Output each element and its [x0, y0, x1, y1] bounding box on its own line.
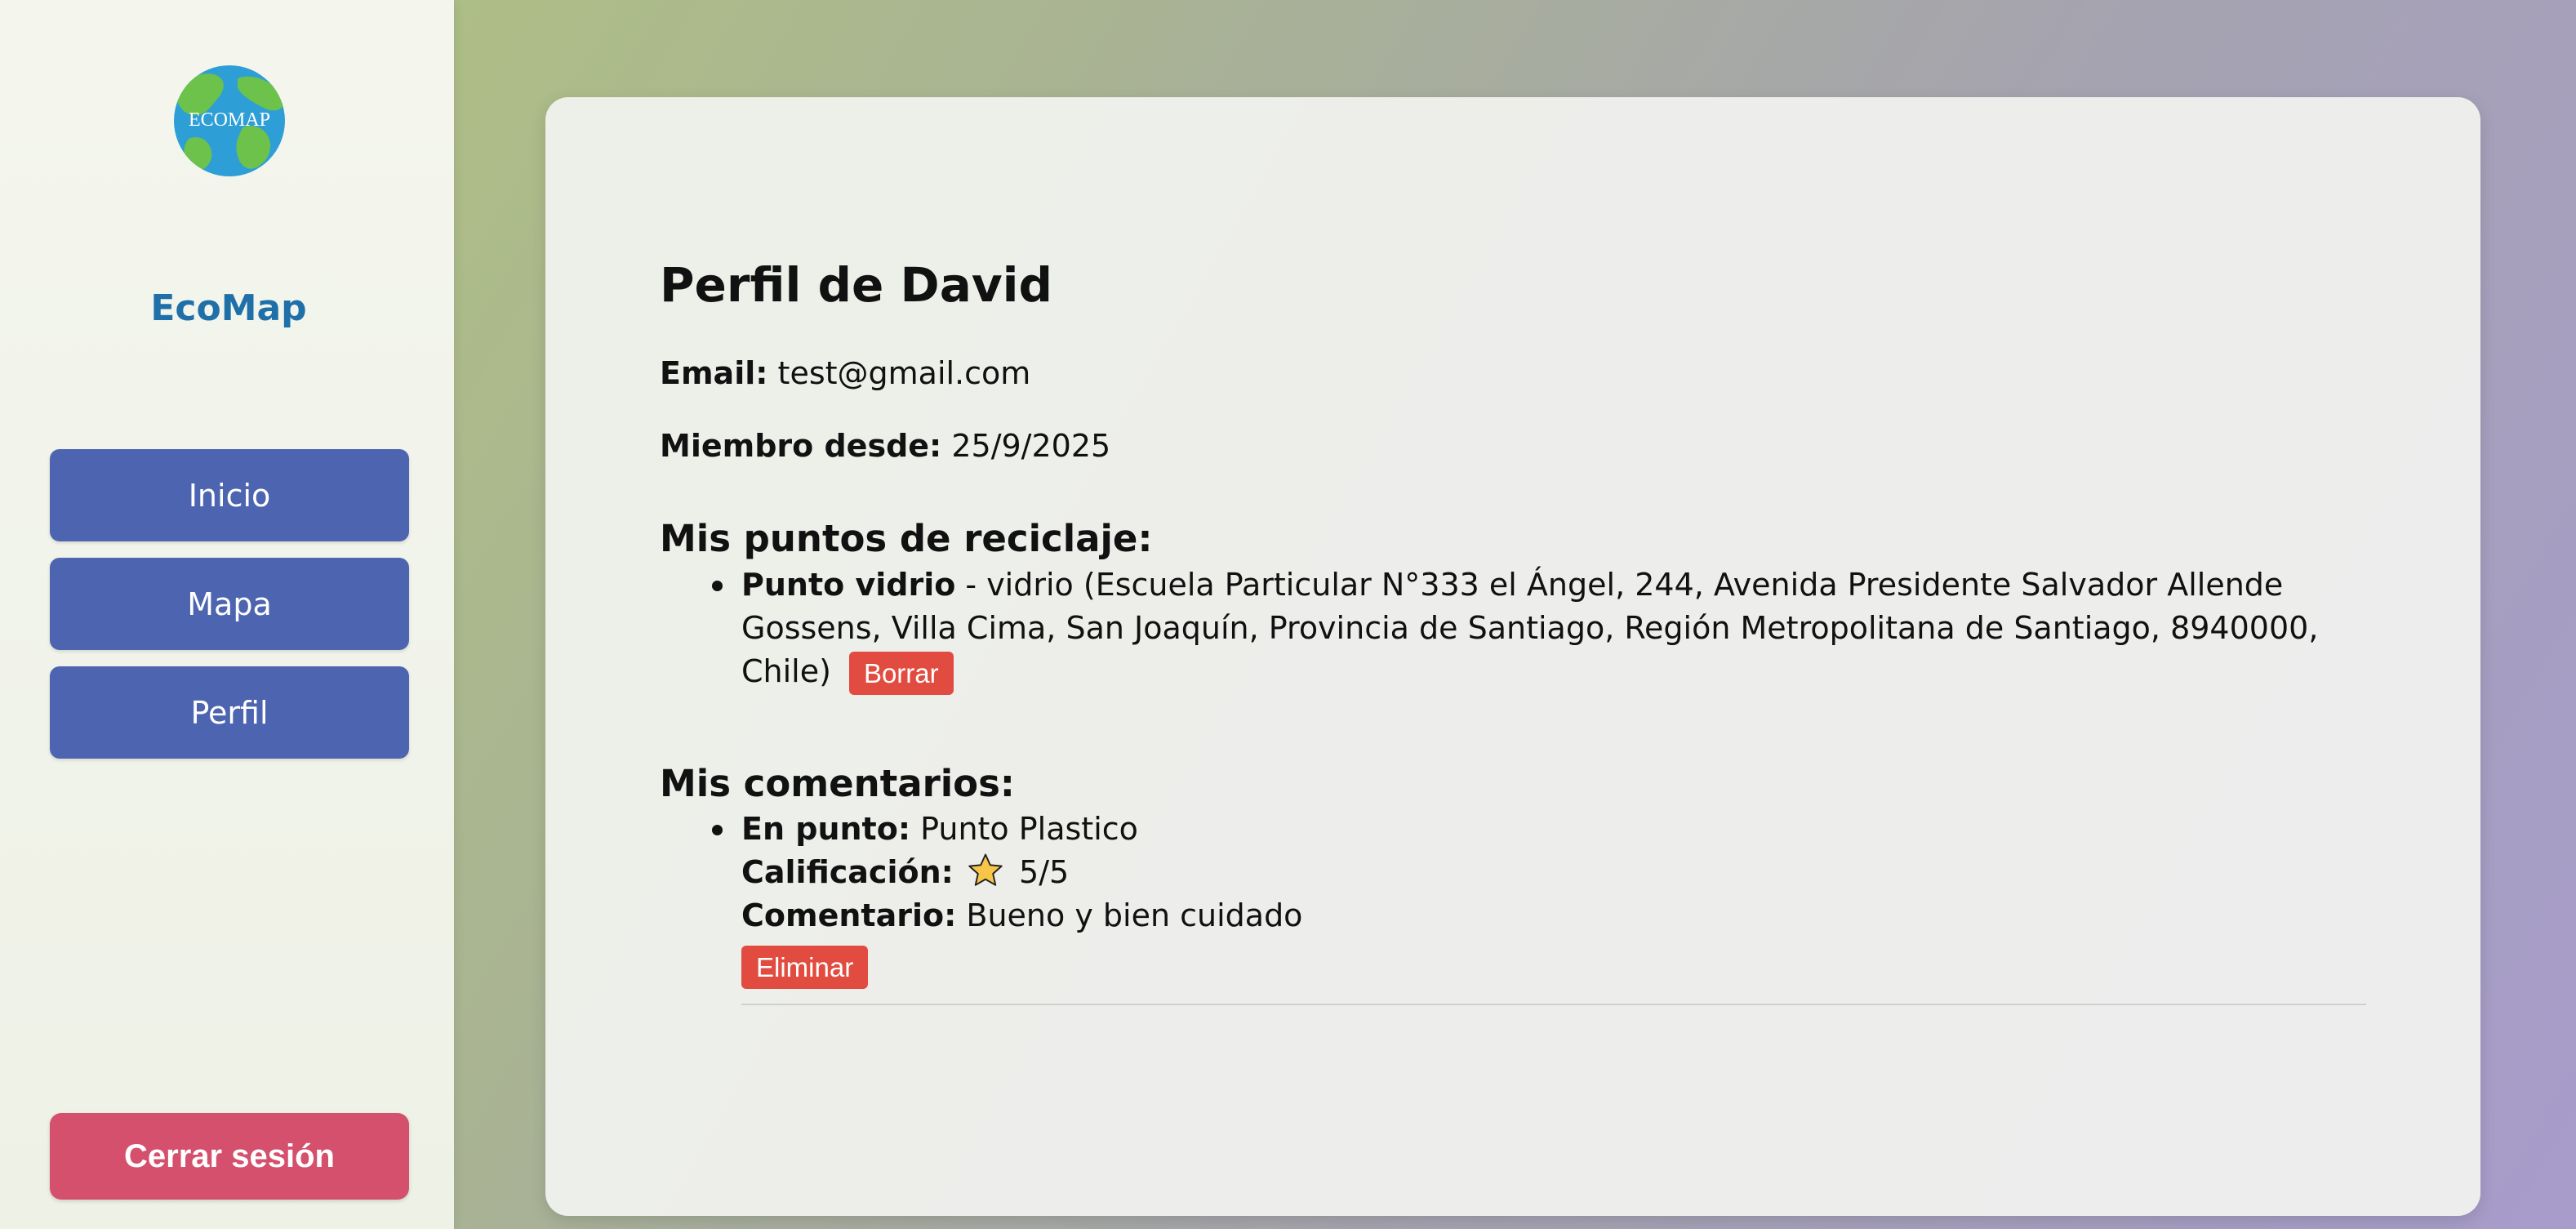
profile-card: Perfil de David Email: test@gmail.com Mi… — [545, 97, 2480, 1216]
profile-content: Perfil de David Email: test@gmail.com Mi… — [660, 257, 2366, 1006]
member-since-label: Miembro desde: — [660, 427, 942, 464]
nav-perfil-button[interactable]: Perfil — [50, 666, 409, 759]
comment-rating-row: Calificación: 5/5 — [741, 851, 2366, 894]
point-name: Punto vidrio — [741, 566, 956, 603]
comment-text-value: Bueno y bien cuidado — [966, 897, 1303, 934]
email-row: Email: test@gmail.com — [660, 354, 2366, 394]
page-title: Perfil de David — [660, 257, 1053, 313]
comments-list: En punto: Punto Plastico Calificación: 5… — [660, 808, 2366, 1006]
nav-inicio-button[interactable]: Inicio — [50, 449, 409, 541]
delete-comment-button[interactable]: Eliminar — [741, 946, 869, 990]
member-since-value: 25/9/2025 — [951, 427, 1111, 464]
brand-name: EcoMap — [150, 287, 307, 329]
comment-point-row: En punto: Punto Plastico — [741, 808, 2366, 851]
star-icon — [968, 853, 1003, 887]
bullet-icon — [712, 580, 723, 591]
points-section-title: Mis puntos de reciclaje: — [660, 517, 1153, 561]
delete-point-button[interactable]: Borrar — [848, 651, 954, 695]
comment-text-label: Comentario: — [741, 897, 957, 934]
comment-rating-label: Calificación: — [741, 854, 954, 891]
nav-mapa-button[interactable]: Mapa — [50, 558, 409, 650]
comment-rating-value: 5/5 — [1019, 854, 1070, 891]
logout-button[interactable]: Cerrar sesión — [50, 1113, 409, 1200]
globe-icon: ECOMAP — [174, 65, 285, 176]
points-list: Punto vidrio - vidrio (Escuela Particula… — [660, 563, 2366, 695]
list-item: Punto vidrio - vidrio (Escuela Particula… — [660, 563, 2366, 695]
comments-section-title: Mis comentarios: — [660, 761, 1015, 805]
bullet-icon — [712, 825, 723, 836]
sidebar: ECOMAP EcoMap Inicio Mapa Perfil Cerrar … — [0, 0, 454, 1229]
comment-point-label: En punto: — [741, 811, 911, 848]
comment-text-row: Comentario: Bueno y bien cuidado — [741, 894, 2366, 937]
svg-text:ECOMAP: ECOMAP — [189, 109, 270, 131]
divider — [741, 1004, 2366, 1006]
ecomap-logo[interactable]: ECOMAP — [172, 64, 287, 178]
member-since-row: Miembro desde: 25/9/2025 — [660, 426, 2366, 466]
email-label: Email: — [660, 354, 768, 391]
point-details: - vidrio (Escuela Particular N°333 el Án… — [741, 566, 2319, 689]
email-value: test@gmail.com — [777, 354, 1031, 391]
comment-point-value: Punto Plastico — [920, 811, 1138, 848]
list-item: En punto: Punto Plastico Calificación: 5… — [660, 808, 2366, 1006]
